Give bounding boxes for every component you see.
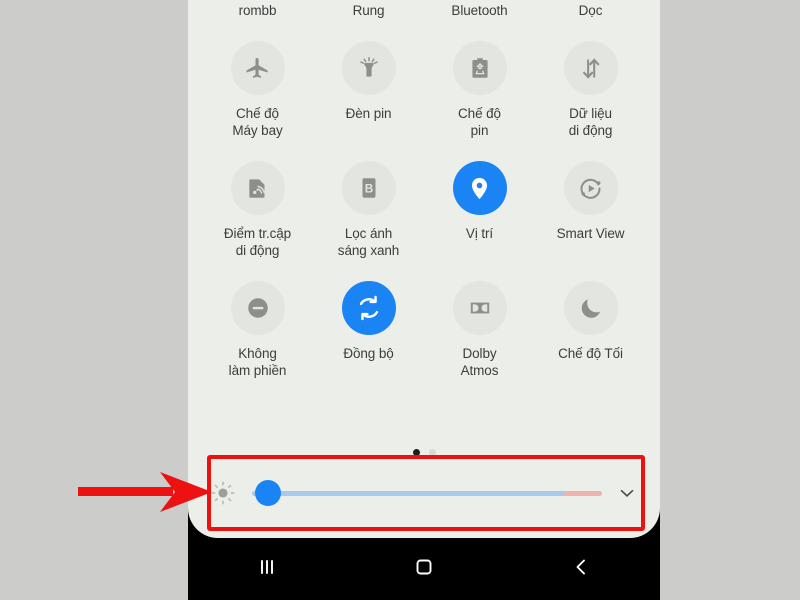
- quick-tile-do-not-disturb[interactable]: Không làm phiền: [202, 281, 313, 379]
- quick-tile-label: Chế độ Máy bay: [232, 106, 283, 138]
- quick-settings-tile-grid: rombb Rung Bluetooth Dọc Chế độ Máy bay …: [188, 0, 660, 379]
- dark-mode-moon-icon: [563, 281, 618, 335]
- quick-tile-sync[interactable]: Đồng bộ: [313, 281, 424, 379]
- quick-tile-label: Dolby Atmos: [460, 346, 499, 378]
- recents-icon: [255, 555, 279, 584]
- quick-tile-bluetooth[interactable]: Bluetooth: [424, 0, 535, 19]
- quick-tile-smart-view[interactable]: Smart View: [535, 161, 646, 259]
- home-square-icon: [412, 555, 436, 584]
- home-button[interactable]: [345, 555, 502, 584]
- quick-tile-airplane-mode[interactable]: Chế độ Máy bay: [202, 41, 313, 139]
- recents-button[interactable]: [188, 555, 345, 584]
- hotspot-icon: [230, 161, 285, 215]
- quick-tile-blue-light-filter[interactable]: B Lọc ánh sáng xanh: [313, 161, 424, 259]
- quick-tile-label: Dữ liệu di động: [568, 106, 613, 138]
- dolby-atmos-icon: [452, 281, 507, 335]
- quick-tile-auto-rotate[interactable]: Dọc: [535, 0, 646, 19]
- do-not-disturb-icon: [230, 281, 285, 335]
- flashlight-icon: [341, 41, 396, 95]
- quick-tile-label: Điểm tr.cập di động: [223, 226, 292, 258]
- quick-tile-location[interactable]: Vị trí: [424, 161, 535, 259]
- battery-saver-icon: [452, 41, 507, 95]
- quick-tile-flashlight[interactable]: Đèn pin: [313, 41, 424, 139]
- location-pin-icon: [452, 161, 507, 215]
- quick-tile-label: Smart View: [556, 226, 625, 241]
- quick-tile-label: Chế độ pin: [458, 106, 501, 138]
- quick-tile-label: Không làm phiền: [228, 346, 287, 378]
- quick-tile-label: Đèn pin: [345, 106, 392, 121]
- brightness-slider-highlight: [207, 455, 645, 531]
- mobile-data-icon: [563, 41, 618, 95]
- svg-text:B: B: [364, 181, 373, 195]
- navigation-bar: [188, 538, 660, 600]
- quick-tile-label: Chế độ Tối: [558, 346, 623, 361]
- quick-tile-label: Vị trí: [465, 226, 494, 241]
- quick-tile-rombb[interactable]: rombb: [202, 0, 313, 19]
- quick-tile-mobile-data[interactable]: Dữ liệu di động: [535, 41, 646, 139]
- quick-tile-label: Bluetooth: [451, 3, 508, 18]
- back-chevron-icon: [569, 555, 593, 584]
- quick-tile-label: rombb: [238, 3, 277, 18]
- airplane-icon: [230, 41, 285, 95]
- quick-tile-label: Rung: [352, 3, 385, 18]
- quick-tile-mobile-hotspot[interactable]: Điểm tr.cập di động: [202, 161, 313, 259]
- blue-light-filter-icon: B: [341, 161, 396, 215]
- quick-tile-battery-saver[interactable]: Chế độ pin: [424, 41, 535, 139]
- quick-tile-dolby-atmos[interactable]: Dolby Atmos: [424, 281, 535, 379]
- quick-tile-label: Lọc ánh sáng xanh: [337, 226, 400, 258]
- smart-view-icon: [563, 161, 618, 215]
- back-button[interactable]: [503, 555, 660, 584]
- quick-tile-dark-mode[interactable]: Chế độ Tối: [535, 281, 646, 379]
- quick-tile-label: Dọc: [578, 3, 603, 18]
- pointer-arrow-right: [78, 472, 212, 512]
- quick-tile-label: Đồng bộ: [343, 346, 394, 361]
- quick-tile-vibrate[interactable]: Rung: [313, 0, 424, 19]
- sync-icon: [341, 281, 396, 335]
